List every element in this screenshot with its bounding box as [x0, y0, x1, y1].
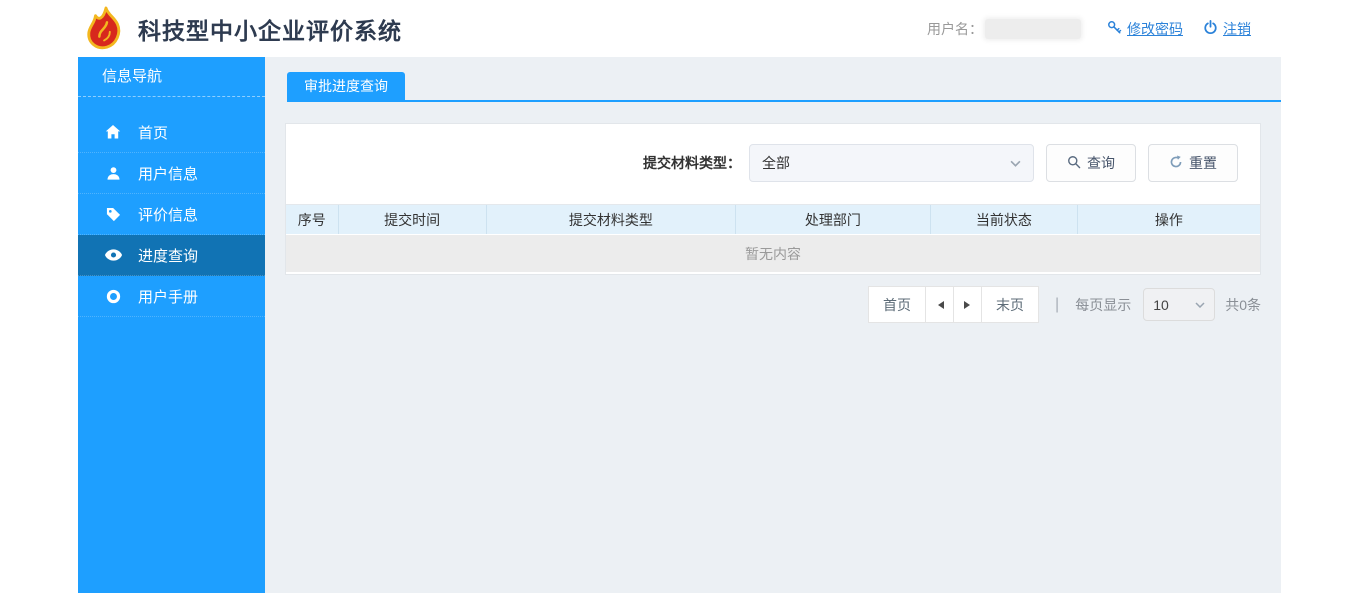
tab-bar: 审批进度查询: [265, 57, 1281, 102]
sidebar-item-label: 用户手册: [138, 288, 199, 306]
material-type-selected-value: 全部: [762, 155, 790, 171]
material-type-select[interactable]: 全部: [749, 144, 1034, 182]
pagination-button-group: 首页 末页: [868, 286, 1040, 323]
pagination: 首页 末页 | 每页显示 10 共0条: [265, 286, 1261, 323]
chevron-down-icon: [1010, 160, 1021, 167]
power-icon: [1203, 19, 1218, 38]
pagination-separator: |: [1055, 295, 1060, 313]
query-panel: 提交材料类型： 全部 查询 重置 序号 提交时间 提交材料类型 处理部门 当前状…: [285, 123, 1261, 275]
column-header-department: 处理部门: [735, 205, 930, 234]
ring-icon: [104, 289, 122, 304]
search-icon: [1067, 155, 1081, 172]
sidebar-item-evaluation-info[interactable]: 评价信息: [78, 194, 265, 235]
page: 科技型中小企业评价系统 用户名： 修改密码 注销 信息导航 首页 用户信息 评价…: [0, 0, 1362, 593]
arrow-right-icon: [963, 300, 974, 309]
tab-approval-progress-query[interactable]: 审批进度查询: [287, 72, 405, 100]
next-page-button[interactable]: [953, 286, 983, 323]
refresh-icon: [1169, 155, 1183, 172]
sidebar-item-user-info[interactable]: 用户信息: [78, 153, 265, 194]
tab-strip: 审批进度查询: [287, 72, 1281, 102]
previous-page-button[interactable]: [925, 286, 955, 323]
per-page-selected-value: 10: [1153, 296, 1169, 313]
username-redacted-value: [985, 18, 1081, 39]
key-icon: [1107, 20, 1122, 38]
sidebar: 信息导航 首页 用户信息 评价信息 进度查询 用户手册: [78, 57, 265, 593]
app-title: 科技型中小企业评价系统: [138, 17, 402, 44]
user-icon: [104, 166, 122, 181]
sidebar-item-progress-query[interactable]: 进度查询: [78, 235, 265, 276]
sidebar-item-label: 评价信息: [138, 206, 199, 224]
sidebar-item-label: 首页: [138, 124, 169, 142]
torch-flame-logo-icon: [85, 6, 127, 52]
username-label: 用户名：: [927, 20, 983, 37]
last-page-button[interactable]: 末页: [981, 286, 1040, 323]
reset-button-label: 重置: [1189, 155, 1217, 171]
tag-icon: [104, 207, 122, 222]
per-page-select[interactable]: 10: [1143, 288, 1216, 321]
sidebar-item-user-manual[interactable]: 用户手册: [78, 276, 265, 317]
chevron-down-icon: [1195, 301, 1205, 308]
header-user-area: 用户名： 修改密码 注销: [927, 18, 1251, 39]
total-count-text: 共0条: [1225, 296, 1261, 313]
arrow-left-icon: [934, 300, 944, 309]
logout-link[interactable]: 注销: [1203, 19, 1251, 39]
search-button-label: 查询: [1087, 155, 1115, 171]
results-table: 序号 提交时间 提交材料类型 处理部门 当前状态 操作 暂无内容: [286, 204, 1260, 272]
reset-button[interactable]: 重置: [1148, 144, 1238, 182]
eye-icon: [104, 249, 122, 261]
search-button[interactable]: 查询: [1046, 144, 1136, 182]
column-header-submit-time: 提交时间: [337, 205, 486, 234]
sidebar-item-label: 用户信息: [138, 165, 199, 183]
header: 科技型中小企业评价系统 用户名： 修改密码 注销: [0, 0, 1362, 57]
home-icon: [104, 124, 122, 140]
sidebar-item-home[interactable]: 首页: [78, 112, 265, 153]
table-empty-state: 暂无内容: [286, 235, 1260, 272]
sidebar-item-label: 进度查询: [138, 247, 199, 265]
sidebar-title: 信息导航: [78, 57, 265, 97]
first-page-button[interactable]: 首页: [868, 286, 927, 323]
body: 信息导航 首页 用户信息 评价信息 进度查询 用户手册 审批进度查询 提交材料类…: [0, 57, 1362, 593]
material-type-label: 提交材料类型：: [643, 155, 741, 171]
filter-row: 提交材料类型： 全部 查询 重置: [286, 124, 1260, 182]
per-page-label: 每页显示: [1075, 296, 1132, 313]
column-header-index: 序号: [297, 211, 326, 228]
column-header-actions: 操作: [1076, 205, 1260, 234]
column-header-material-type: 提交材料类型: [485, 205, 735, 234]
main-content: 审批进度查询 提交材料类型： 全部 查询 重置 序号 提交时间 提交材料类型 处…: [265, 57, 1281, 593]
table-header-row: 序号 提交时间 提交材料类型 处理部门 当前状态 操作: [286, 205, 1260, 234]
logout-label: 注销: [1223, 20, 1251, 37]
column-header-status: 当前状态: [929, 205, 1077, 234]
change-password-link[interactable]: 修改密码: [1107, 19, 1183, 39]
change-password-label: 修改密码: [1127, 20, 1183, 37]
